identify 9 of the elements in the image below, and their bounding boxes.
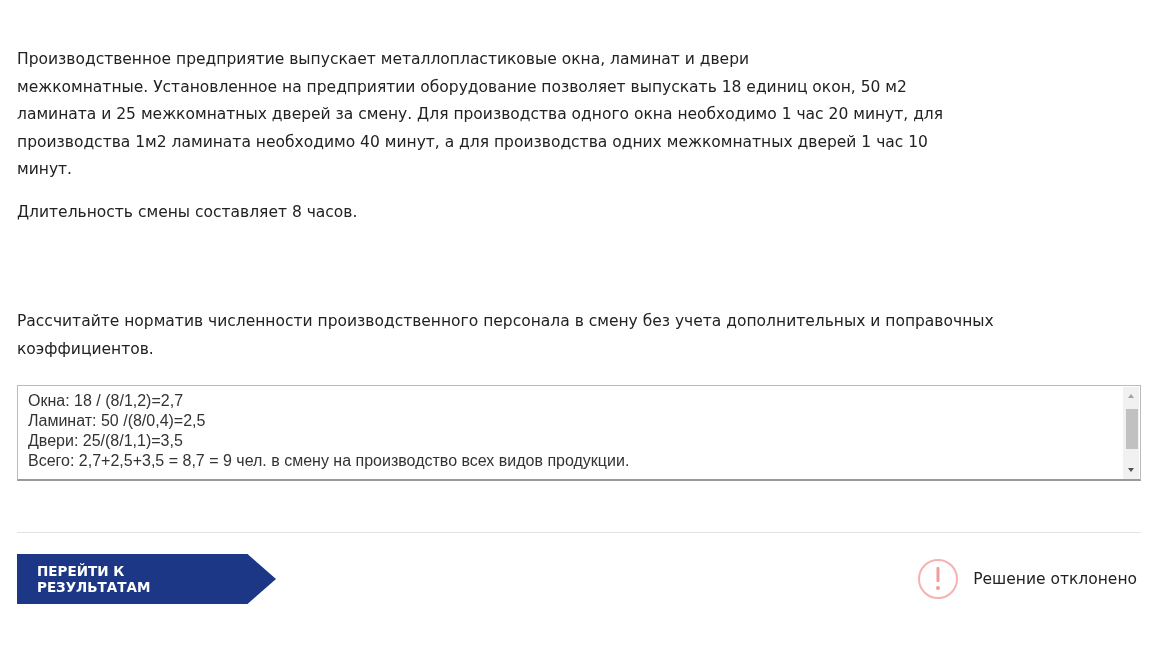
answer-box[interactable]: Окна: 18 / (8/1,2)=2,7 Ламинат: 50 /(8/0,4)=2,5 Двери: 25/(8/1,1)=3,5 Всего: 2,7+2,5+3,5 = 8,7 = 9 чел. в смену на производство всех видов продукции. bbox=[17, 385, 1141, 481]
task-text: межкомнатные. Установленное на предприятии оборудование позволяет выпускать 18 единиц окон, 50 м2 ламината и 25 межкомнатных дверей за смену. Для производства одного окна необходимо 1 час 20 минут, для производства 1м2 ламината необходимо 40 минут, а для производства одних межкомнатных дверей 1 час 10 минут. bbox=[17, 76, 945, 180]
results-button[interactable]: ПЕРЕЙТИ К РЕЗУЛЬТАТАМ bbox=[17, 554, 276, 604]
task-text: Производственное предприятие выпускает металлопластиковые окна, ламинат и двери bbox=[17, 49, 751, 70]
warning-icon bbox=[917, 558, 960, 600]
task-text: Длительность смены составляет 8 часов. bbox=[17, 201, 359, 223]
scrollbar-icon[interactable] bbox=[1123, 387, 1139, 479]
status-text: Решение отклонено bbox=[973, 570, 1137, 588]
question-text: Рассчитайте норматив численности производственного персонала в смену без учета дополнительных и поправочных коэффициентов. bbox=[17, 311, 995, 360]
